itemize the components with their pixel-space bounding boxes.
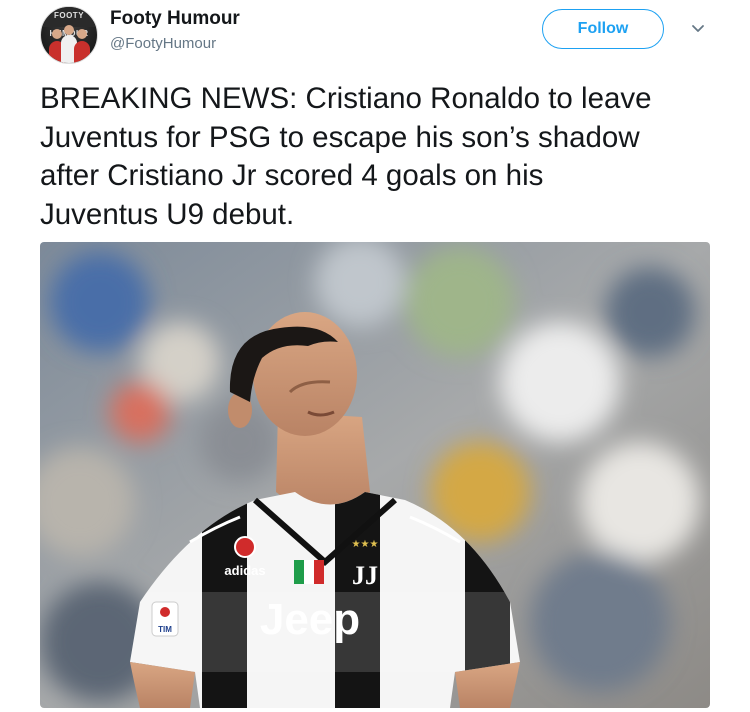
- display-name[interactable]: Footy Humour: [110, 8, 240, 30]
- avatar[interactable]: FOOTY HUMOUR: [40, 6, 98, 64]
- svg-text:JJ: JJ: [352, 561, 378, 590]
- follow-button[interactable]: Follow: [542, 9, 664, 49]
- league-badge-text: TIM: [158, 625, 172, 634]
- photo-of-footballer: Jeep adidas JJ ★★★ TIM: [40, 242, 710, 708]
- avatar-logo-text: FOOTY HUMOUR: [41, 7, 97, 38]
- user-handle[interactable]: @FootyHumour: [110, 35, 216, 52]
- tweet-photo[interactable]: Jeep adidas JJ ★★★ TIM: [40, 242, 710, 708]
- tweet-text: BREAKING NEWS: Cristiano Ronaldo to leav…: [40, 82, 652, 231]
- svg-text:★★★: ★★★: [352, 539, 379, 550]
- shirt-sponsor-text: Jeep: [260, 595, 360, 644]
- tweet-card: FOOTY HUMOUR Footy Humour @FootyHumour F…: [0, 0, 750, 712]
- chevron-down-icon[interactable]: [690, 22, 706, 36]
- kit-brand-text: adidas: [224, 563, 265, 578]
